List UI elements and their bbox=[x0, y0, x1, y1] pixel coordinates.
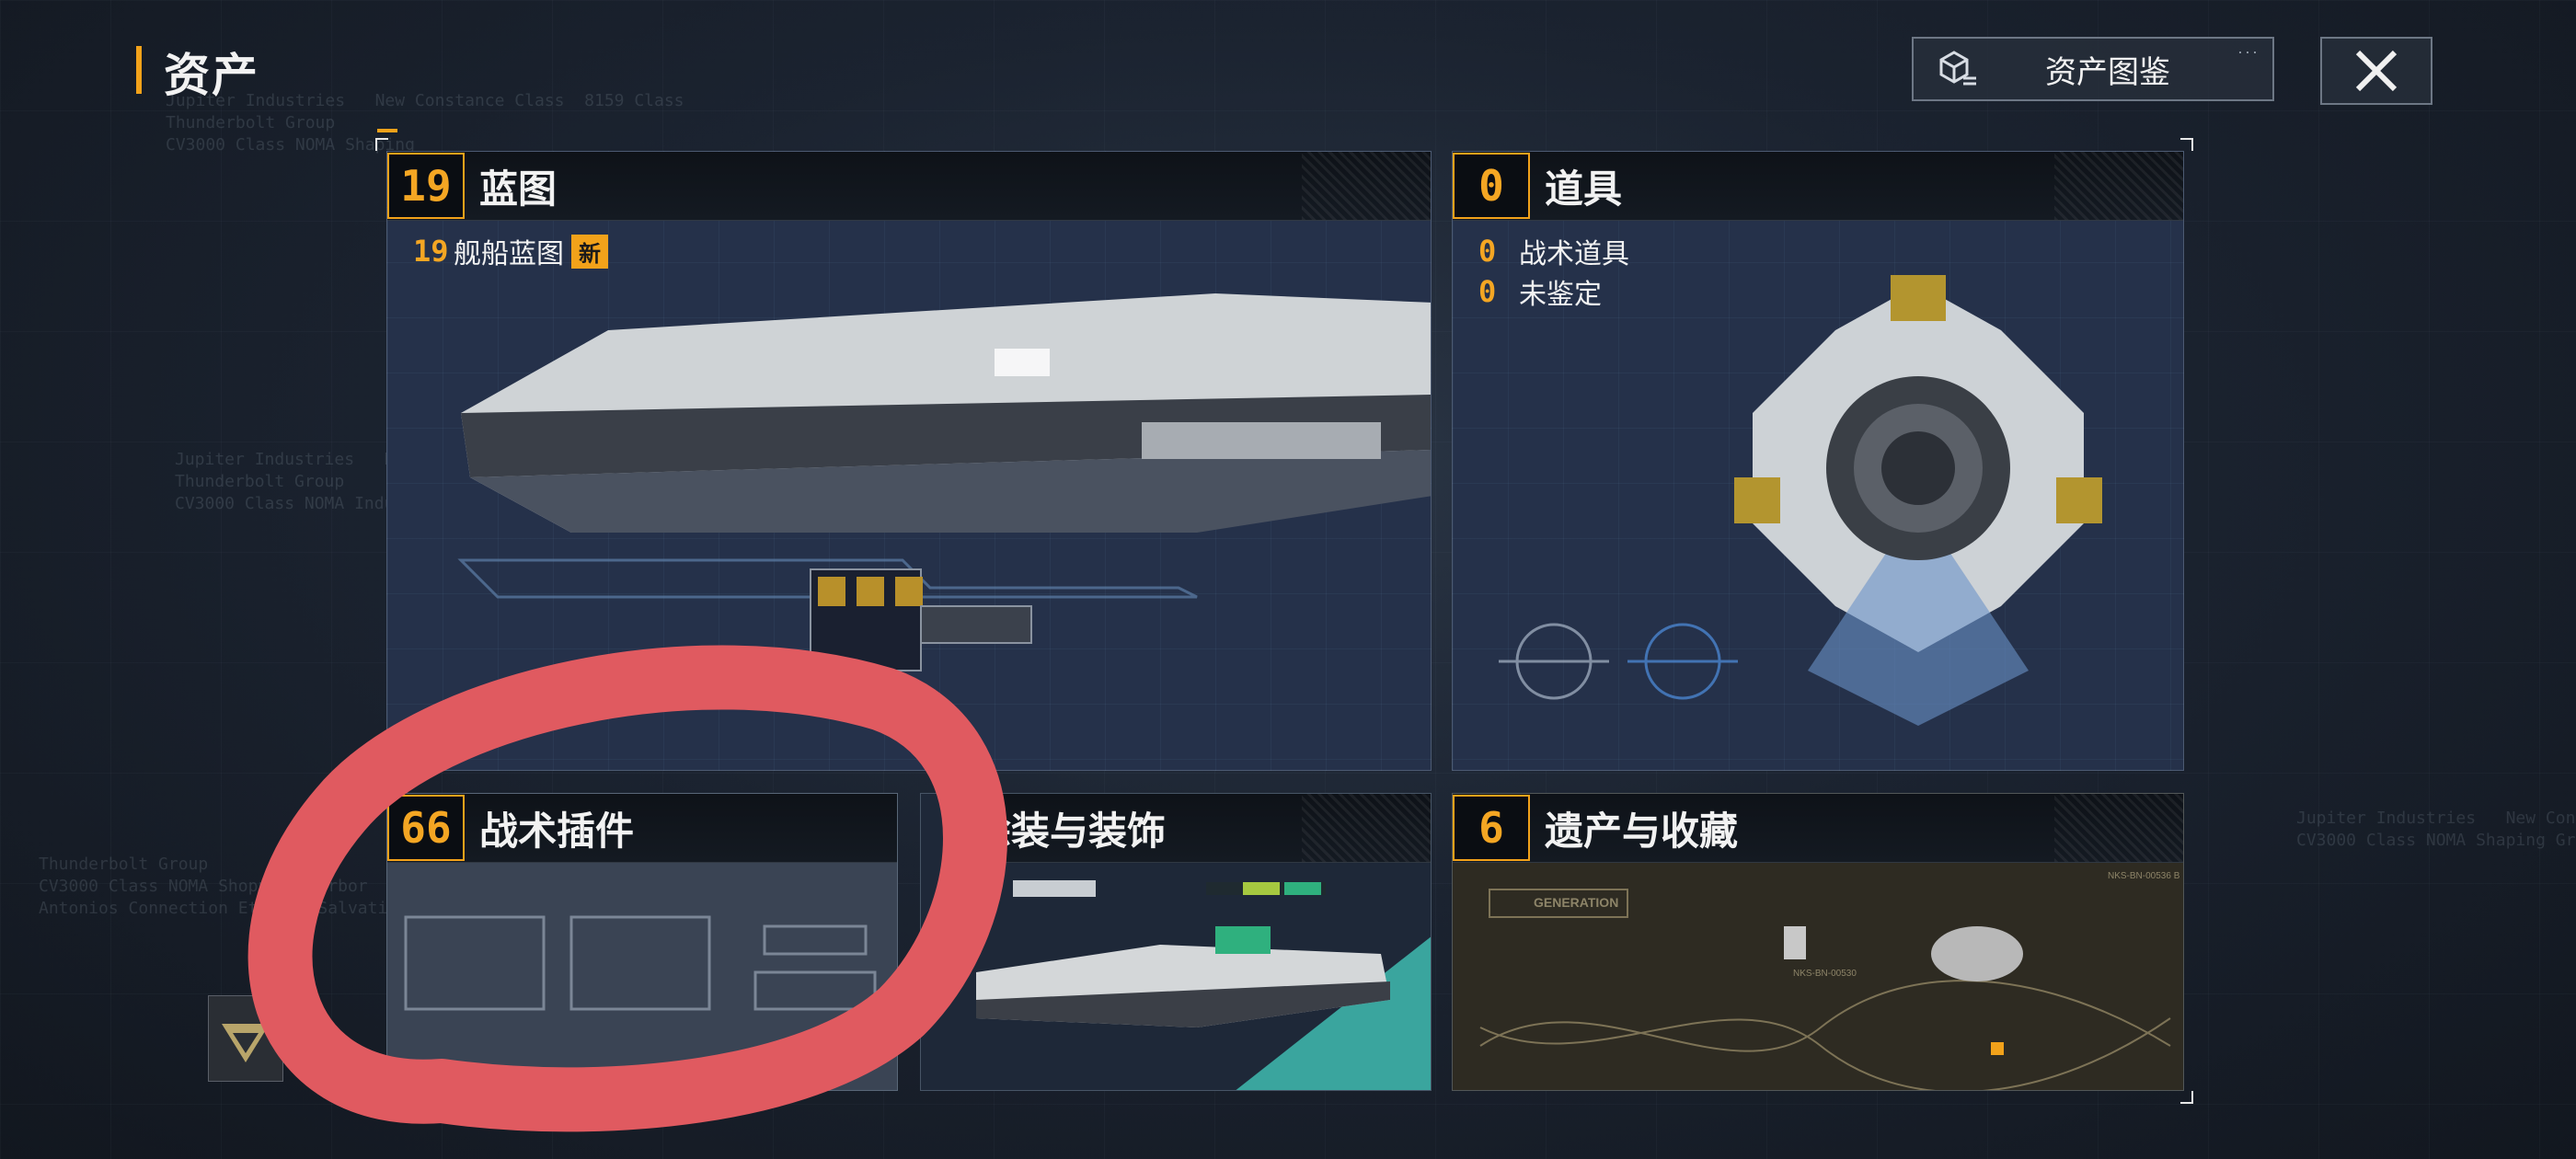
annotation-circle bbox=[247, 645, 1007, 1132]
